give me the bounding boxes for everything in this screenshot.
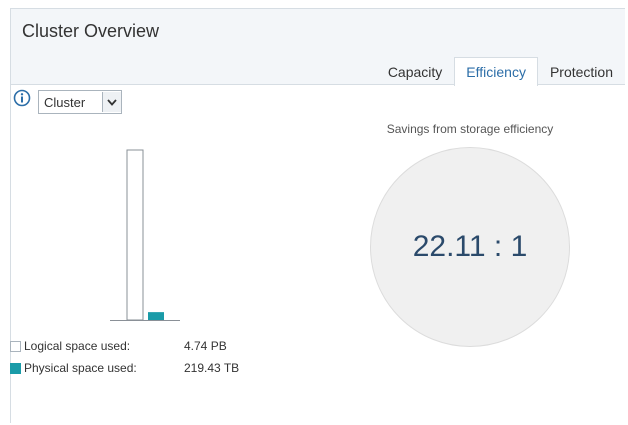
- bar-logical-space: [126, 149, 144, 321]
- efficiency-ratio-circle: 22.11 : 1: [370, 147, 570, 347]
- legend-label: Logical space used:: [24, 339, 131, 353]
- legend-label: Physical space used:: [24, 361, 137, 375]
- legend-value: 4.74 PB: [184, 339, 227, 353]
- logical-swatch: [10, 340, 21, 352]
- space-bar-chart: [110, 149, 180, 321]
- tab-capacity[interactable]: Capacity: [376, 57, 454, 86]
- physical-swatch: [10, 362, 21, 374]
- efficiency-ratio-value: 22.11 : 1: [412, 230, 528, 263]
- tab-protection[interactable]: Protection: [538, 57, 625, 86]
- legend-value: 219.43 TB: [184, 361, 240, 375]
- panel-header: Cluster Overview Capacity Efficiency Pro…: [11, 9, 625, 86]
- tab-bar: Capacity Efficiency Protection: [376, 57, 625, 86]
- scope-select-value: Cluster: [44, 94, 86, 110]
- chevron-down-icon[interactable]: [102, 92, 121, 112]
- bar-physical-space: [148, 312, 164, 320]
- legend-item-physical: Physical space used: 219.43 TB: [10, 357, 239, 379]
- savings-label: Savings from storage efficiency: [386, 122, 554, 136]
- tab-efficiency[interactable]: Efficiency: [454, 57, 538, 86]
- scope-select[interactable]: Cluster: [38, 90, 122, 114]
- chart-legend: Logical space used: 4.74 PB Physical spa…: [10, 335, 239, 379]
- panel-title: Cluster Overview: [22, 21, 160, 41]
- info-icon[interactable]: [13, 89, 31, 107]
- legend-item-logical: Logical space used: 4.74 PB: [10, 335, 239, 357]
